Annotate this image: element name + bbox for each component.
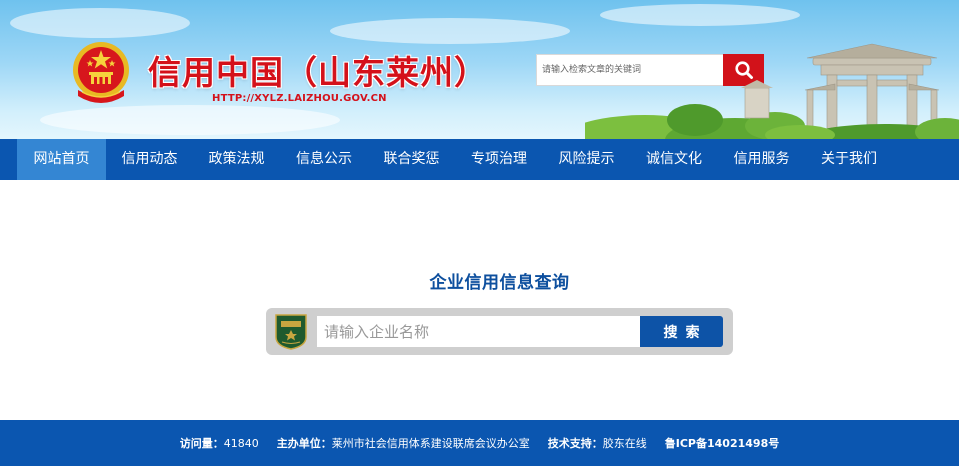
nav-item-publicity[interactable]: 信息公示 [280, 139, 368, 180]
site-header: 信用中国（山东莱州） HTTP://XYLZ.LAIZHOU.GOV.CN [0, 0, 959, 139]
site-footer: 访问量：41840 主办单位：莱州市社会信用体系建设联席会议办公室 技术支持：胶… [0, 420, 959, 466]
enterprise-search-button[interactable]: 搜索 [640, 316, 723, 347]
host-organization: 主办单位：莱州市社会信用体系建设联席会议办公室 [276, 437, 530, 450]
site-title: 信用中国（山东莱州） [148, 53, 488, 92]
cloud-decoration [330, 18, 570, 44]
enterprise-search: 搜索 [266, 308, 733, 355]
site-url[interactable]: HTTP://XYLZ.LAIZHOU.GOV.CN [212, 93, 387, 104]
icp-number[interactable]: 鲁ICP备14021498号 [665, 435, 779, 451]
visit-count: 访问量：41840 [179, 437, 259, 450]
nav-item-credit-services[interactable]: 信用服务 [718, 139, 805, 180]
nav-item-policies[interactable]: 政策法规 [193, 139, 280, 180]
cloud-decoration [10, 8, 190, 38]
cloud-decoration [40, 105, 340, 135]
technical-support: 技术支持：胶东在线 [547, 437, 647, 450]
cloud-decoration [600, 4, 800, 26]
main-nav: 网站首页 信用动态 政策法规 信息公示 联合奖惩 专项治理 风险提示 诚信文化 … [0, 139, 959, 180]
archway-landscape-icon [585, 43, 959, 139]
query-title: 企业信用信息查询 [429, 273, 570, 293]
national-emblem-icon [73, 42, 129, 103]
nav-item-special-governance[interactable]: 专项治理 [455, 139, 543, 180]
nav-item-credit-news[interactable]: 信用动态 [106, 139, 193, 180]
credit-badge-icon [275, 314, 307, 350]
enterprise-name-input[interactable] [317, 316, 640, 347]
nav-item-risk-alerts[interactable]: 风险提示 [543, 139, 630, 180]
nav-item-integrity-culture[interactable]: 诚信文化 [630, 139, 718, 180]
nav-item-rewards-penalties[interactable]: 联合奖惩 [368, 139, 455, 180]
nav-item-about-us[interactable]: 关于我们 [805, 139, 893, 180]
nav-item-home[interactable]: 网站首页 [17, 139, 106, 180]
